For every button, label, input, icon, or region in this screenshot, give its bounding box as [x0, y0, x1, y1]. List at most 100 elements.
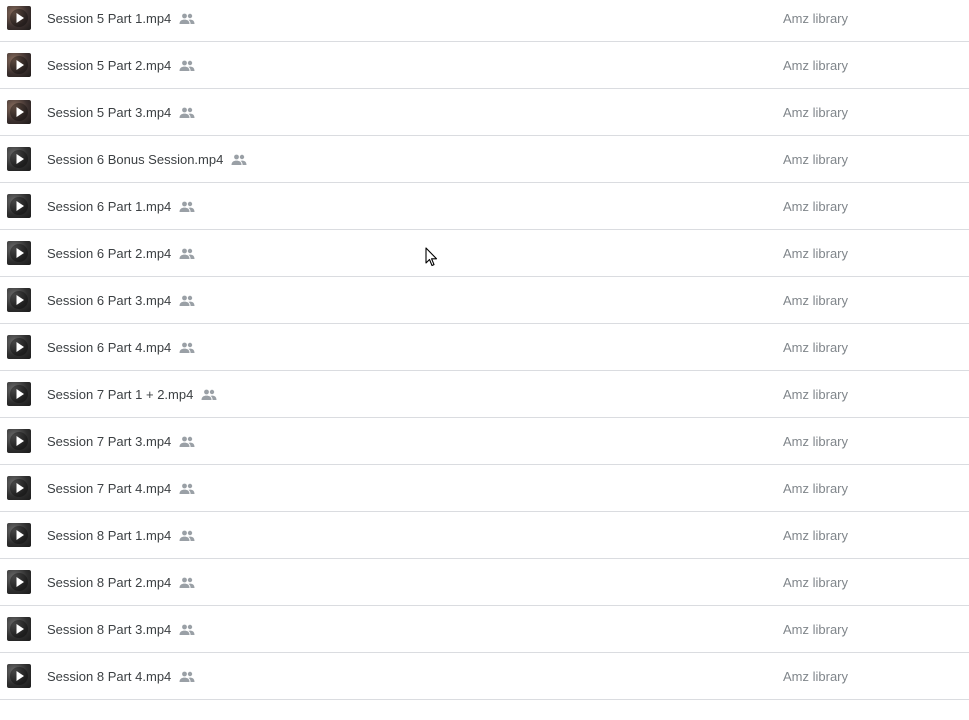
video-thumbnail[interactable] — [7, 476, 31, 500]
owner-label: Amz library — [783, 622, 849, 637]
file-name[interactable]: Session 7 Part 4.mp4 — [47, 481, 195, 498]
people-icon — [179, 530, 195, 545]
people-icon — [179, 624, 195, 639]
file-row[interactable]: Session 7 Part 1 + 2.mp4 Amz library — [0, 371, 969, 418]
people-icon — [179, 60, 195, 75]
video-thumbnail[interactable] — [7, 335, 31, 359]
people-icon — [179, 13, 195, 28]
file-name-text: Session 8 Part 3.mp4 — [47, 622, 172, 637]
video-thumbnail[interactable] — [7, 241, 31, 265]
file-row[interactable]: Session 5 Part 1.mp4 Amz library — [0, 0, 969, 42]
owner-label: Amz library — [783, 11, 849, 26]
file-name-text: Session 6 Part 1.mp4 — [47, 199, 172, 214]
file-name[interactable]: Session 8 Part 4.mp4 — [47, 669, 195, 686]
video-thumbnail[interactable] — [7, 6, 31, 30]
owner-label: Amz library — [783, 434, 849, 449]
file-name-text: Session 8 Part 4.mp4 — [47, 669, 172, 684]
owner-label: Amz library — [783, 528, 849, 543]
file-name[interactable]: Session 6 Part 3.mp4 — [47, 293, 195, 310]
file-name-text: Session 8 Part 2.mp4 — [47, 575, 172, 590]
file-row[interactable]: Session 6 Bonus Session.mp4 Amz library — [0, 136, 969, 183]
video-play-icon — [10, 338, 28, 356]
people-icon — [179, 483, 195, 498]
file-row[interactable]: Session 8 Part 4.mp4 Amz library — [0, 653, 969, 700]
file-name[interactable]: Session 8 Part 3.mp4 — [47, 622, 195, 639]
file-name[interactable]: Session 6 Part 2.mp4 — [47, 246, 195, 263]
people-icon — [179, 248, 195, 263]
file-name-text: Session 6 Bonus Session.mp4 — [47, 152, 224, 167]
owner-label: Amz library — [783, 481, 849, 496]
video-thumbnail[interactable] — [7, 523, 31, 547]
file-row[interactable]: Session 6 Part 1.mp4 Amz library — [0, 183, 969, 230]
people-icon — [179, 107, 195, 122]
file-row[interactable]: Session 8 Part 1.mp4 Amz library — [0, 512, 969, 559]
people-icon — [201, 389, 217, 404]
video-thumbnail[interactable] — [7, 147, 31, 171]
file-name[interactable]: Session 7 Part 1 + 2.mp4 — [47, 387, 217, 404]
file-name-text: Session 6 Part 2.mp4 — [47, 246, 172, 261]
video-thumbnail[interactable] — [7, 429, 31, 453]
file-row[interactable]: Session 7 Part 3.mp4 Amz library — [0, 418, 969, 465]
file-name-text: Session 6 Part 3.mp4 — [47, 293, 172, 308]
video-thumbnail[interactable] — [7, 570, 31, 594]
owner-label: Amz library — [783, 575, 849, 590]
file-name-text: Session 6 Part 4.mp4 — [47, 340, 172, 355]
owner-label: Amz library — [783, 152, 849, 167]
video-thumbnail[interactable] — [7, 288, 31, 312]
file-name[interactable]: Session 5 Part 3.mp4 — [47, 105, 195, 122]
people-icon — [179, 671, 195, 686]
video-play-icon — [10, 526, 28, 544]
video-play-icon — [10, 385, 28, 403]
file-list: Session 5 Part 1.mp4 Amz library Session 5… — [0, 0, 969, 700]
video-thumbnail[interactable] — [7, 194, 31, 218]
people-icon — [179, 577, 195, 592]
video-thumbnail[interactable] — [7, 664, 31, 688]
file-name[interactable]: Session 7 Part 3.mp4 — [47, 434, 195, 451]
file-name[interactable]: Session 5 Part 2.mp4 — [47, 58, 195, 75]
file-name-text: Session 8 Part 1.mp4 — [47, 528, 172, 543]
people-icon — [231, 154, 247, 169]
video-thumbnail[interactable] — [7, 53, 31, 77]
file-name-text: Session 5 Part 1.mp4 — [47, 11, 172, 26]
file-name[interactable]: Session 5 Part 1.mp4 — [47, 11, 195, 28]
file-row[interactable]: Session 5 Part 2.mp4 Amz library — [0, 42, 969, 89]
owner-label: Amz library — [783, 199, 849, 214]
video-play-icon — [10, 9, 28, 27]
file-name-text: Session 7 Part 1 + 2.mp4 — [47, 387, 194, 402]
file-row[interactable]: Session 8 Part 3.mp4 Amz library — [0, 606, 969, 653]
video-thumbnail[interactable] — [7, 382, 31, 406]
video-play-icon — [10, 244, 28, 262]
file-row[interactable]: Session 5 Part 3.mp4 Amz library — [0, 89, 969, 136]
video-thumbnail[interactable] — [7, 100, 31, 124]
owner-label: Amz library — [783, 293, 849, 308]
file-row[interactable]: Session 8 Part 2.mp4 Amz library — [0, 559, 969, 606]
file-row[interactable]: Session 6 Part 3.mp4 Amz library — [0, 277, 969, 324]
owner-label: Amz library — [783, 58, 849, 73]
video-play-icon — [10, 56, 28, 74]
people-icon — [179, 436, 195, 451]
file-name[interactable]: Session 6 Part 1.mp4 — [47, 199, 195, 216]
owner-label: Amz library — [783, 246, 849, 261]
file-name[interactable]: Session 8 Part 2.mp4 — [47, 575, 195, 592]
video-thumbnail[interactable] — [7, 617, 31, 641]
people-icon — [179, 201, 195, 216]
owner-label: Amz library — [783, 669, 849, 684]
video-play-icon — [10, 667, 28, 685]
video-play-icon — [10, 432, 28, 450]
owner-label: Amz library — [783, 387, 849, 402]
file-name[interactable]: Session 8 Part 1.mp4 — [47, 528, 195, 545]
video-play-icon — [10, 103, 28, 121]
owner-label: Amz library — [783, 340, 849, 355]
video-play-icon — [10, 150, 28, 168]
file-name[interactable]: Session 6 Part 4.mp4 — [47, 340, 195, 357]
file-name-text: Session 7 Part 3.mp4 — [47, 434, 172, 449]
file-row[interactable]: Session 7 Part 4.mp4 Amz library — [0, 465, 969, 512]
video-play-icon — [10, 479, 28, 497]
file-name[interactable]: Session 6 Bonus Session.mp4 — [47, 152, 247, 169]
video-play-icon — [10, 197, 28, 215]
file-name-text: Session 7 Part 4.mp4 — [47, 481, 172, 496]
video-play-icon — [10, 620, 28, 638]
file-row[interactable]: Session 6 Part 2.mp4 Amz library — [0, 230, 969, 277]
file-row[interactable]: Session 6 Part 4.mp4 Amz library — [0, 324, 969, 371]
video-play-icon — [10, 291, 28, 309]
